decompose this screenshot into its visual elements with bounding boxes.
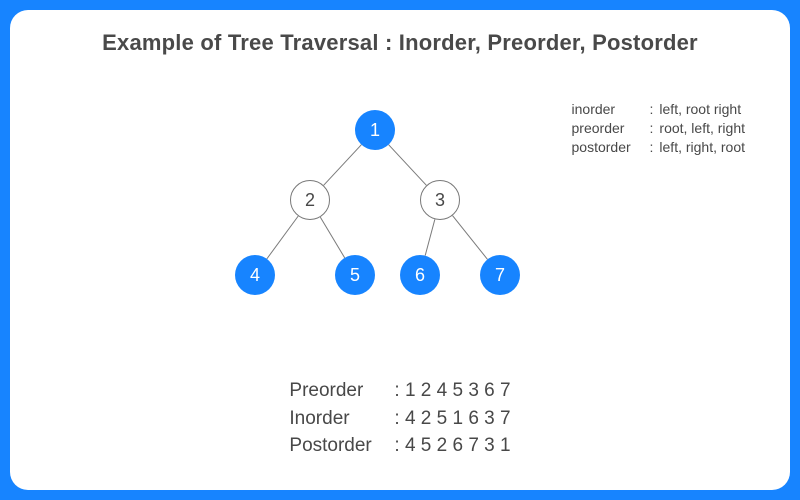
legend-preorder-desc: root, left, right	[659, 119, 745, 138]
tree-edge	[267, 216, 298, 259]
result-preorder-label: Preorder	[289, 377, 394, 405]
tree-node-5: 5	[335, 255, 375, 295]
tree-node-1: 1	[355, 110, 395, 150]
traversal-results: Preorder : 1 2 4 5 3 6 7 Inorder : 4 2 5…	[289, 377, 510, 460]
legend-preorder-label: preorder	[572, 119, 650, 138]
legend-postorder: postorder : left, right, root	[572, 138, 745, 157]
result-inorder: Inorder : 4 2 5 1 6 3 7	[289, 405, 510, 433]
legend-inorder-label: inorder	[572, 100, 650, 119]
legend-colon: :	[650, 119, 654, 138]
tree-edge	[324, 145, 362, 186]
traversal-legend: inorder : left, root right preorder : ro…	[572, 100, 745, 157]
result-preorder: Preorder : 1 2 4 5 3 6 7	[289, 377, 510, 405]
tree-node-7: 7	[480, 255, 520, 295]
legend-inorder: inorder : left, root right	[572, 100, 745, 119]
result-inorder-sequence: 4 2 5 1 6 3 7	[405, 405, 511, 433]
result-postorder-label: Postorder	[289, 432, 394, 460]
tree-edge	[389, 145, 427, 186]
results-colon: :	[394, 405, 405, 433]
tree-edge	[425, 219, 435, 255]
results-colon: :	[394, 432, 405, 460]
tree-node-6: 6	[400, 255, 440, 295]
legend-preorder: preorder : root, left, right	[572, 119, 745, 138]
tree-node-2: 2	[290, 180, 330, 220]
result-postorder: Postorder : 4 5 2 6 7 3 1	[289, 432, 510, 460]
tree-edge	[320, 217, 344, 258]
result-preorder-sequence: 1 2 4 5 3 6 7	[405, 377, 511, 405]
results-colon: :	[394, 377, 405, 405]
tree-node-4: 4	[235, 255, 275, 295]
tree-diagram: 12 3 4 567	[205, 100, 535, 320]
legend-inorder-desc: left, root right	[659, 100, 741, 119]
legend-colon: :	[650, 138, 654, 157]
result-inorder-label: Inorder	[289, 405, 394, 433]
legend-postorder-desc: left, right, root	[659, 138, 745, 157]
legend-colon: :	[650, 100, 654, 119]
tree-node-3: 3	[420, 180, 460, 220]
diagram-card: Example of Tree Traversal : Inorder, Pre…	[10, 10, 790, 490]
legend-postorder-label: postorder	[572, 138, 650, 157]
diagram-title: Example of Tree Traversal : Inorder, Pre…	[40, 30, 760, 56]
tree-edge	[452, 216, 487, 260]
result-postorder-sequence: 4 5 2 6 7 3 1	[405, 432, 511, 460]
